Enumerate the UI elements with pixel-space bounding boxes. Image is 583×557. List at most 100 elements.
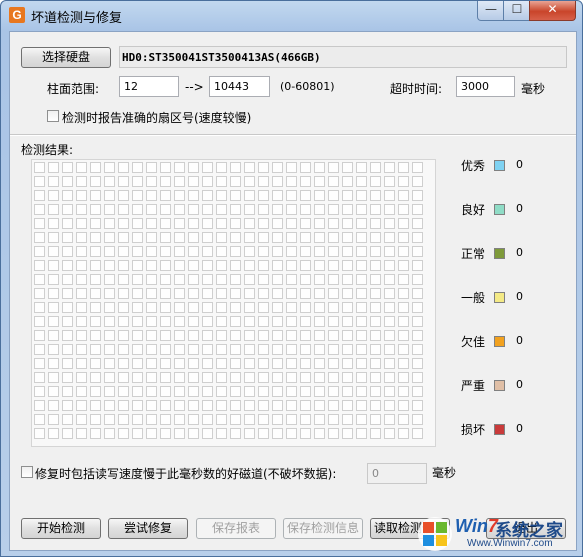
- sector-cell: [118, 386, 129, 397]
- save-scan-info-button[interactable]: 保存检测信息: [283, 518, 363, 539]
- legend-swatch: [494, 292, 505, 303]
- sector-cell: [398, 330, 409, 341]
- sector-cell: [258, 428, 269, 439]
- cylinder-end-input[interactable]: 10443: [209, 76, 270, 97]
- sector-cell: [370, 386, 381, 397]
- sector-cell: [104, 372, 115, 383]
- sector-cell: [300, 358, 311, 369]
- legend-count: 0: [516, 246, 523, 259]
- sector-cell: [384, 302, 395, 313]
- legend-count: 0: [516, 334, 523, 347]
- sector-cell: [188, 204, 199, 215]
- start-scan-button[interactable]: 开始检测: [21, 518, 101, 539]
- sector-cell: [216, 302, 227, 313]
- sector-cell: [384, 190, 395, 201]
- sector-cell: [202, 176, 213, 187]
- sector-cell: [412, 358, 423, 369]
- sector-cell: [412, 386, 423, 397]
- sector-cell: [286, 358, 297, 369]
- sector-cell: [146, 386, 157, 397]
- sector-cell: [286, 414, 297, 425]
- timeout-input[interactable]: 3000: [456, 76, 515, 97]
- sector-cell: [412, 246, 423, 257]
- sector-cell: [146, 260, 157, 271]
- sector-cell: [356, 190, 367, 201]
- sector-cell: [34, 428, 45, 439]
- sector-cell: [356, 260, 367, 271]
- legend-count: 0: [516, 290, 523, 303]
- sector-cell: [342, 372, 353, 383]
- sector-cell: [76, 190, 87, 201]
- repair-slow-checkbox[interactable]: [21, 466, 33, 478]
- sector-cell: [412, 190, 423, 201]
- watermark-logo: Win7 系统之家 Www.Winwin7.com: [413, 510, 581, 554]
- repair-slow-ms-input[interactable]: 0: [367, 463, 427, 484]
- sector-cell: [174, 246, 185, 257]
- sector-cell: [272, 344, 283, 355]
- sector-cell: [104, 316, 115, 327]
- sector-cell: [314, 218, 325, 229]
- sector-cell: [202, 400, 213, 411]
- sector-cell: [230, 218, 241, 229]
- sector-cell: [342, 302, 353, 313]
- sector-cell: [300, 302, 311, 313]
- sector-cell: [160, 204, 171, 215]
- sector-cell: [62, 288, 73, 299]
- sector-cell: [314, 162, 325, 173]
- sector-cell: [412, 232, 423, 243]
- sector-cell: [48, 414, 59, 425]
- legend-label: 损坏: [461, 423, 486, 437]
- legend-swatch: [494, 204, 505, 215]
- sector-cell: [118, 288, 129, 299]
- sector-cell: [76, 330, 87, 341]
- sector-cell: [398, 218, 409, 229]
- select-disk-button[interactable]: 选择硬盘: [21, 47, 111, 68]
- sector-cell: [174, 274, 185, 285]
- sector-cell: [132, 330, 143, 341]
- sector-cell: [286, 260, 297, 271]
- sector-cell: [188, 176, 199, 187]
- legend-swatch: [494, 424, 505, 435]
- sector-cell: [272, 274, 283, 285]
- sector-cell: [104, 176, 115, 187]
- sector-cell: [356, 372, 367, 383]
- save-report-button[interactable]: 保存报表: [196, 518, 276, 539]
- sector-cell: [62, 344, 73, 355]
- sector-cell: [286, 344, 297, 355]
- sector-cell: [300, 316, 311, 327]
- maximize-button[interactable]: ☐: [503, 1, 531, 21]
- sector-cell: [300, 428, 311, 439]
- sector-cell: [370, 162, 381, 173]
- sector-cell: [314, 260, 325, 271]
- range-arrow: -->: [185, 80, 204, 94]
- sector-cell: [384, 386, 395, 397]
- try-repair-button[interactable]: 尝试修复: [108, 518, 188, 539]
- sector-cell: [314, 344, 325, 355]
- cylinder-start-input[interactable]: 12: [119, 76, 179, 97]
- sector-cell: [132, 260, 143, 271]
- sector-cell: [90, 372, 101, 383]
- sector-cell: [188, 330, 199, 341]
- sector-cell: [356, 274, 367, 285]
- sector-cell: [314, 232, 325, 243]
- sector-cell: [314, 372, 325, 383]
- sector-cell: [48, 330, 59, 341]
- sector-cell: [48, 344, 59, 355]
- sector-cell: [216, 190, 227, 201]
- sector-cell: [230, 358, 241, 369]
- sector-cell: [188, 414, 199, 425]
- minimize-button[interactable]: —: [477, 1, 505, 21]
- sector-cell: [356, 414, 367, 425]
- sector-cell: [216, 414, 227, 425]
- maximize-icon: ☐: [511, 2, 523, 16]
- sector-cell: [286, 302, 297, 313]
- title-bar[interactable]: G 坏道检测与修复 — ☐ ✕: [1, 1, 582, 29]
- sector-cell: [230, 414, 241, 425]
- sector-cell: [104, 204, 115, 215]
- close-button[interactable]: ✕: [529, 1, 576, 21]
- timeout-label: 超时时间:: [390, 82, 443, 96]
- accurate-sector-checkbox[interactable]: [47, 110, 59, 122]
- sector-cell: [160, 190, 171, 201]
- sector-cell: [202, 358, 213, 369]
- sector-cell: [62, 316, 73, 327]
